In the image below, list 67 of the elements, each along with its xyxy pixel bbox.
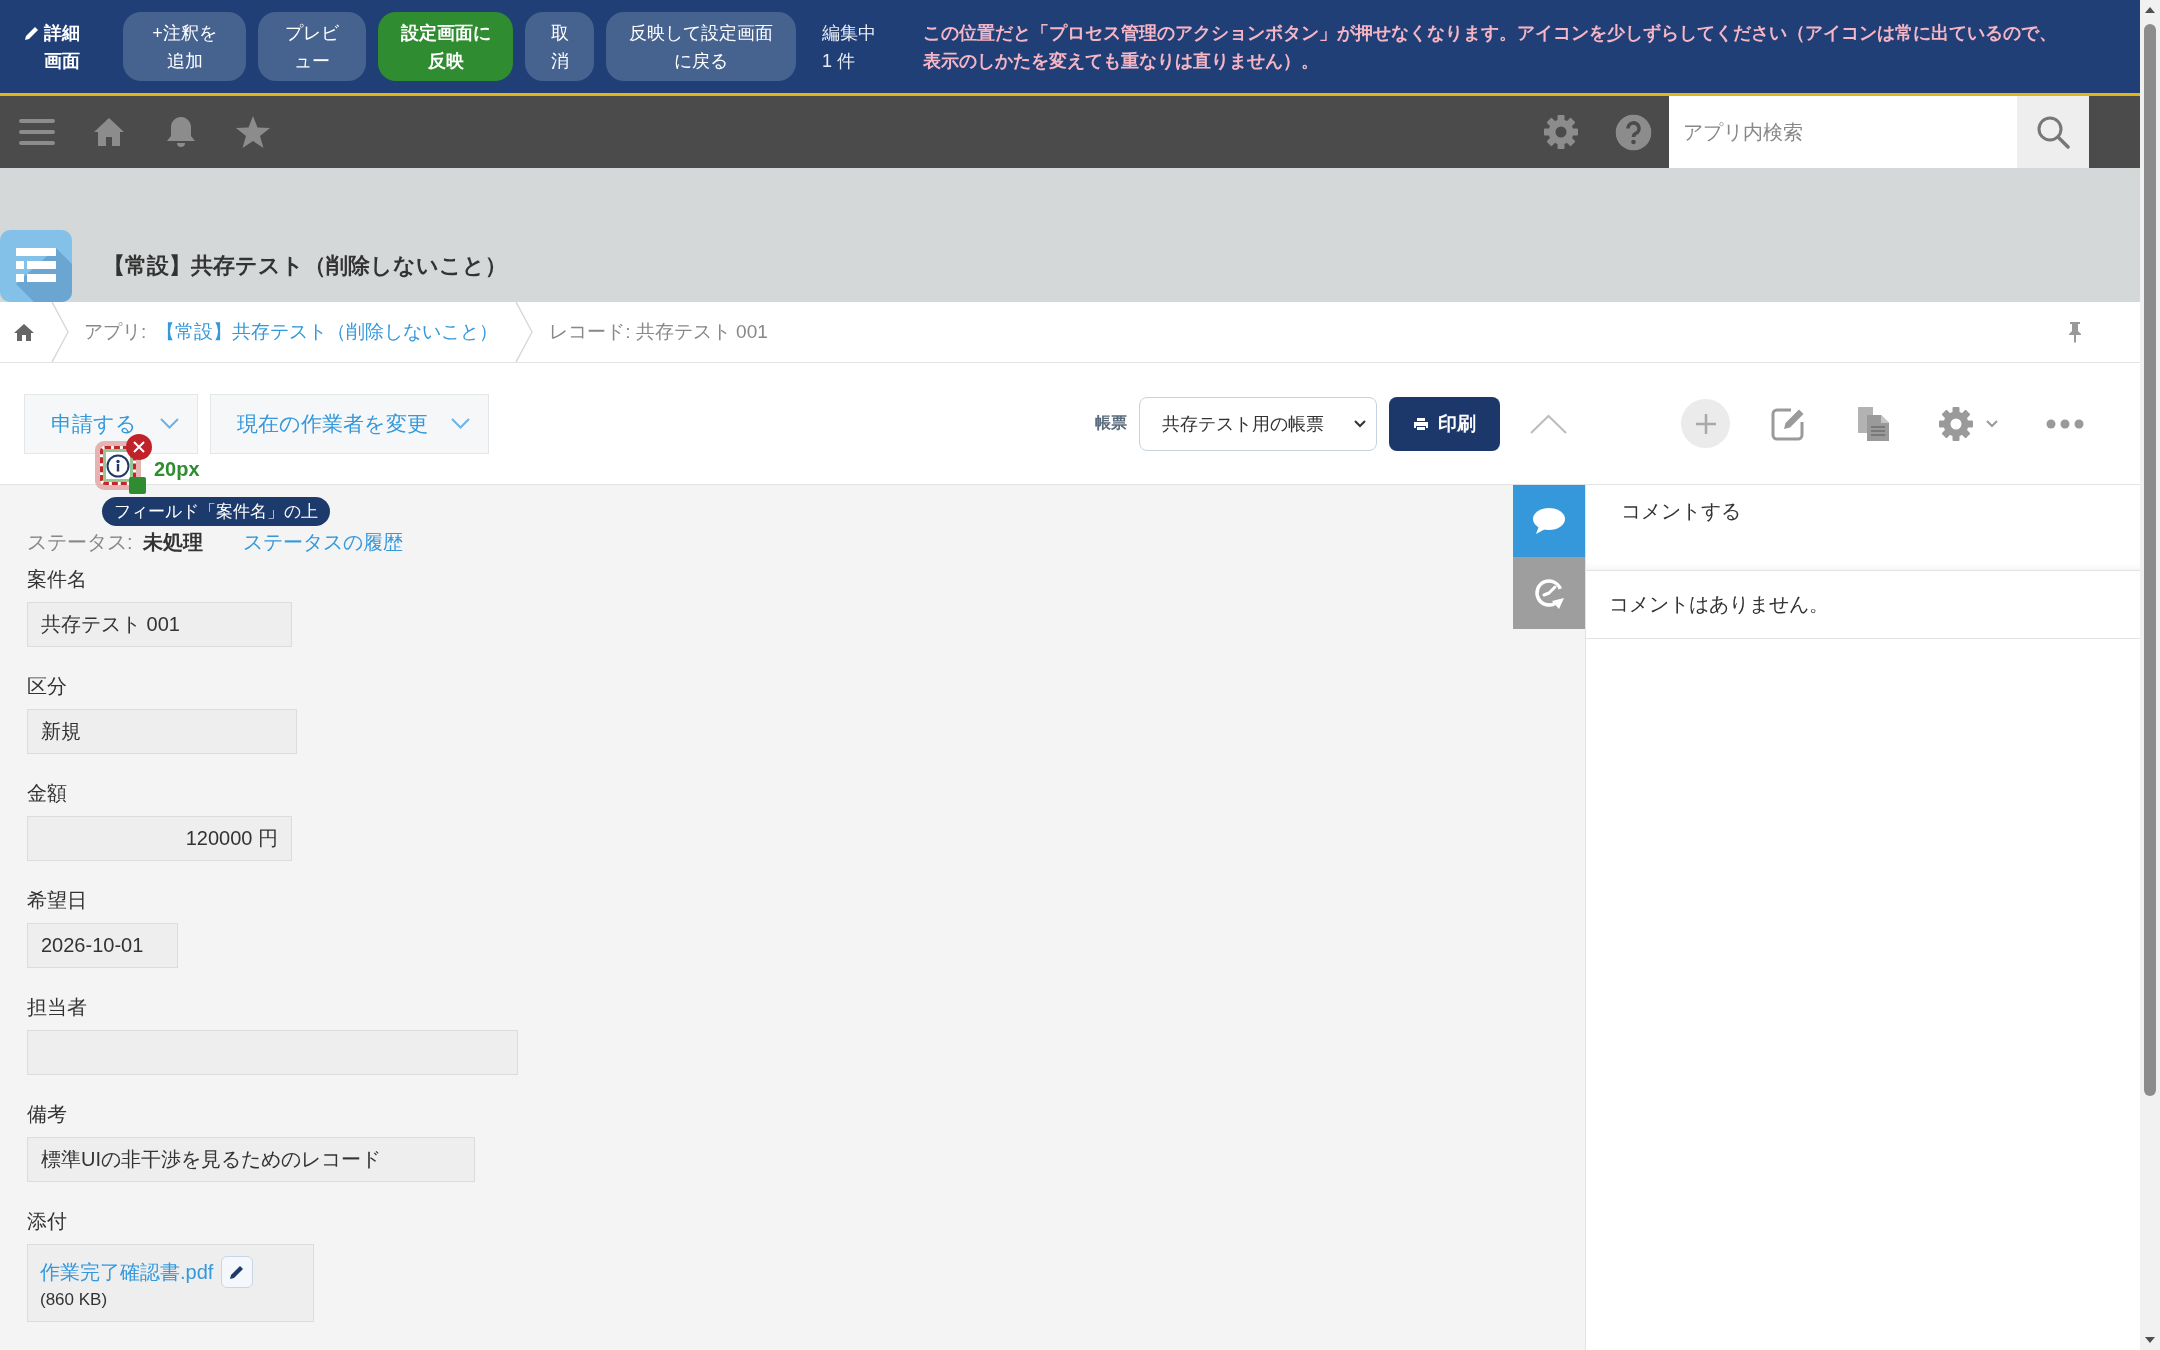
scrollbar[interactable]	[2140, 0, 2160, 1350]
edit-count: 編集中 1 件	[822, 21, 877, 73]
preview-button[interactable]: プレビュー	[258, 12, 366, 81]
field-label: 備考	[27, 1102, 67, 1127]
arrow-up-icon[interactable]	[2145, 7, 2155, 13]
field-label: 添付	[27, 1209, 67, 1234]
search-button[interactable]	[2017, 96, 2089, 168]
home-icon[interactable]	[14, 323, 34, 341]
apply-button[interactable]: 設定画面に反映	[378, 12, 513, 81]
pin-icon[interactable]	[2068, 321, 2082, 343]
search-icon	[2036, 115, 2070, 149]
info-icon	[106, 453, 130, 478]
search-field[interactable]: アプリ内検索	[1669, 96, 2017, 168]
settings-icon[interactable]	[1543, 114, 1579, 150]
field-label: 案件名	[27, 567, 87, 592]
warning-message: この位置だと「プロセス管理のアクションボタン」が押せなくなります。アイコンを少しずらしてください（アイコンは常に出ているので、表示のしかたを変えても重なりは直りません）。	[923, 21, 2058, 73]
resize-handle[interactable]	[129, 477, 146, 494]
breadcrumb-link[interactable]: 【常設】共存テスト（削除しないこと）	[156, 319, 499, 345]
comment-tab[interactable]	[1513, 485, 1585, 557]
offset-label: 20px	[154, 457, 200, 482]
home-icon[interactable]	[93, 116, 125, 148]
clock-icon	[1532, 576, 1566, 610]
apply-and-return-button[interactable]: 反映して設定画面に戻る	[606, 12, 796, 81]
print-form-select[interactable]: 共存テスト用の帳票	[1139, 396, 1377, 451]
menu-icon[interactable]	[19, 118, 55, 146]
file-size: (860 KB)	[40, 1290, 108, 1310]
field-value: 120000 円	[27, 816, 292, 861]
print-form-label: 帳票	[1095, 413, 1127, 433]
field-label: 希望日	[27, 888, 87, 913]
add-button[interactable]	[1681, 399, 1730, 448]
chevron-down-icon	[1354, 419, 1366, 428]
print-button[interactable]: 印刷	[1389, 396, 1500, 451]
chevron-up-icon[interactable]	[1530, 413, 1567, 434]
field-value: 共存テスト 001	[27, 602, 292, 647]
breadcrumb-current: レコード: 共存テスト 001	[549, 320, 768, 344]
speech-bubble-icon	[1532, 507, 1566, 535]
field-label: 金額	[27, 781, 67, 806]
star-icon[interactable]	[235, 115, 271, 149]
help-icon[interactable]	[1615, 113, 1652, 151]
status-value: 未処理	[142, 530, 203, 555]
field-value: 新規	[27, 709, 297, 754]
add-note-button[interactable]: +注釈を追加	[123, 12, 246, 81]
edit-file-button[interactable]	[221, 1256, 254, 1288]
close-icon	[133, 441, 145, 453]
more-icon[interactable]	[2046, 418, 2084, 429]
pencil-icon	[229, 1264, 246, 1280]
field-value: 2026-10-01	[27, 923, 178, 968]
chevron-down-icon	[160, 418, 179, 429]
status-label: ステータス:	[27, 530, 133, 555]
printer-icon	[1413, 417, 1428, 430]
copy-icon[interactable]	[1856, 405, 1890, 442]
app-title: 【常設】共存テスト（削除しないこと）	[103, 252, 507, 280]
field-label: 担当者	[27, 995, 87, 1020]
cancel-button[interactable]: 取消	[525, 12, 594, 81]
plus-icon	[1694, 412, 1717, 435]
page-title: 詳細画面	[44, 21, 81, 73]
arrow-down-icon[interactable]	[2145, 1337, 2155, 1343]
settings-icon[interactable]	[1937, 404, 1999, 443]
tooltip: フィールド「案件名」の上	[102, 497, 330, 526]
field-label: 区分	[27, 674, 67, 699]
bell-icon[interactable]	[165, 115, 197, 149]
breadcrumb-label: アプリ:	[84, 320, 147, 344]
history-tab[interactable]	[1513, 557, 1585, 629]
pencil-icon	[24, 24, 40, 41]
chevron-down-icon	[451, 418, 470, 429]
field-value: 標準UIの非干渉を見るためのレコード	[27, 1137, 475, 1182]
scrollbar-thumb[interactable]	[2144, 24, 2156, 1096]
